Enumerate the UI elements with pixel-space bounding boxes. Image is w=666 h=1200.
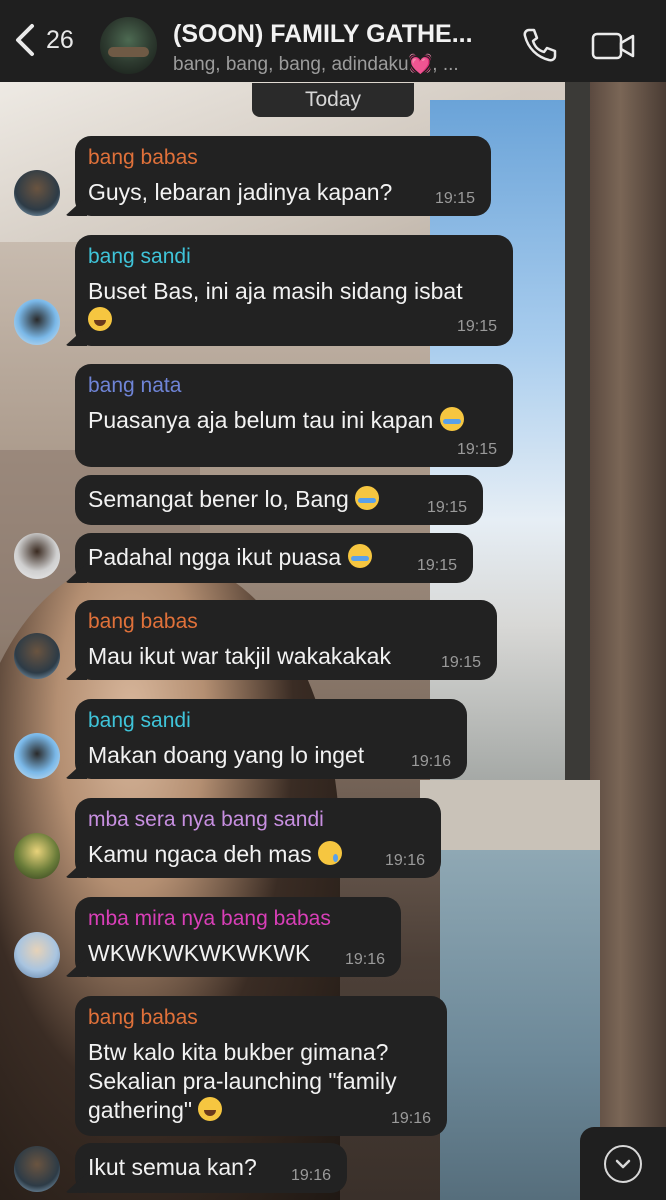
laughing-emoji: [88, 307, 112, 331]
avatar[interactable]: [14, 299, 60, 345]
message-bubble[interactable]: bang babas Btw kalo kita bukber gimana? …: [75, 996, 447, 1136]
message-text: Guys, lebaran jadinya kapan?: [88, 179, 393, 205]
crying-emoji: [439, 407, 464, 431]
sender-name[interactable]: mba mira nya bang babas: [88, 907, 331, 931]
message-text: WKWKWKWKWKWK: [88, 940, 311, 966]
message-time: 19:15: [456, 318, 497, 335]
sender-name[interactable]: mba sera nya bang sandi: [88, 808, 324, 832]
message-text: Ikut semua kan?: [88, 1154, 257, 1180]
sender-name[interactable]: bang nata: [88, 374, 181, 398]
back-button[interactable]: 26: [10, 20, 74, 60]
message-text: Buset Bas, ini aja masih sidang isbat: [88, 278, 463, 304]
message-bubble[interactable]: bang nata Puasanya aja belum tau ini kap…: [75, 364, 513, 467]
crying-emoji: [347, 544, 372, 568]
chat-title[interactable]: (SOON) FAMILY GATHE...: [173, 20, 503, 49]
laughing-emoji: [198, 1097, 223, 1121]
video-call-icon[interactable]: [590, 30, 636, 62]
message-text: Puasanya aja belum tau ini kapan: [88, 407, 434, 433]
crying-emoji: [355, 486, 380, 510]
avatar[interactable]: [14, 633, 60, 679]
message-time: 19:15: [434, 190, 475, 207]
message-bubble[interactable]: mba sera nya bang sandi Kamu ngaca deh m…: [75, 798, 441, 878]
message-bubble[interactable]: bang babas Guys, lebaran jadinya kapan? …: [75, 136, 491, 216]
avatar[interactable]: [14, 833, 60, 879]
chevron-left-icon: [16, 24, 34, 56]
avatar[interactable]: [14, 1146, 60, 1192]
message-time: 19:15: [426, 499, 467, 516]
message-bubble[interactable]: Semangat bener lo, Bang 19:15: [75, 475, 483, 525]
message-text: Padahal ngga ikut puasa: [88, 544, 342, 570]
message-text: gathering": [88, 1097, 193, 1123]
message-time: 19:16: [390, 1110, 431, 1127]
message-bubble[interactable]: bang sandi Buset Bas, ini aja masih sida…: [75, 235, 513, 346]
sender-name[interactable]: bang babas: [88, 146, 198, 170]
avatar[interactable]: [14, 170, 60, 216]
sender-name[interactable]: bang sandi: [88, 709, 191, 733]
group-avatar[interactable]: [100, 17, 157, 74]
message-bubble[interactable]: bang babas Mau ikut war takjil wakakakak…: [75, 600, 497, 680]
message-bubble[interactable]: Ikut semua kan? 19:16: [75, 1143, 347, 1193]
message-time: 19:15: [456, 441, 497, 458]
avatar[interactable]: [14, 733, 60, 779]
sender-name[interactable]: bang babas: [88, 1006, 198, 1030]
message-time: 19:15: [440, 654, 481, 671]
message-text: Kamu ngaca deh mas: [88, 841, 312, 867]
sender-name[interactable]: bang babas: [88, 610, 198, 634]
message-text: Btw kalo kita bukber gimana?: [88, 1039, 389, 1065]
chat-members[interactable]: bang, bang, bang, adindaku💓, ...: [173, 52, 503, 76]
message-bubble[interactable]: Padahal ngga ikut puasa 19:15: [75, 533, 473, 583]
message-bubble[interactable]: mba mira nya bang babas WKWKWKWKWKWK 19:…: [75, 897, 401, 977]
message-bubble[interactable]: bang sandi Makan doang yang lo inget 19:…: [75, 699, 467, 779]
avatar[interactable]: [14, 533, 60, 579]
date-separator: Today: [252, 83, 414, 117]
unread-count: 26: [46, 25, 74, 54]
smiling-tear-emoji: [318, 841, 343, 865]
chat-header: 26 (SOON) FAMILY GATHE... bang, bang, ba…: [0, 0, 666, 82]
phone-icon[interactable]: [520, 26, 558, 64]
sender-name[interactable]: bang sandi: [88, 245, 191, 269]
message-time: 19:16: [410, 753, 451, 770]
message-text: Sekalian pra-launching "family: [88, 1068, 397, 1094]
message-text: Makan doang yang lo inget: [88, 742, 365, 768]
message-time: 19:16: [290, 1167, 331, 1184]
message-time: 19:16: [384, 852, 425, 869]
message-time: 19:15: [416, 557, 457, 574]
chevron-down-icon: [615, 1159, 631, 1168]
avatar[interactable]: [14, 932, 60, 978]
message-text: Semangat bener lo, Bang: [88, 486, 349, 512]
message-time: 19:16: [344, 951, 385, 968]
scroll-to-bottom-button[interactable]: [580, 1127, 666, 1200]
message-text: Mau ikut war takjil wakakakak: [88, 643, 391, 669]
